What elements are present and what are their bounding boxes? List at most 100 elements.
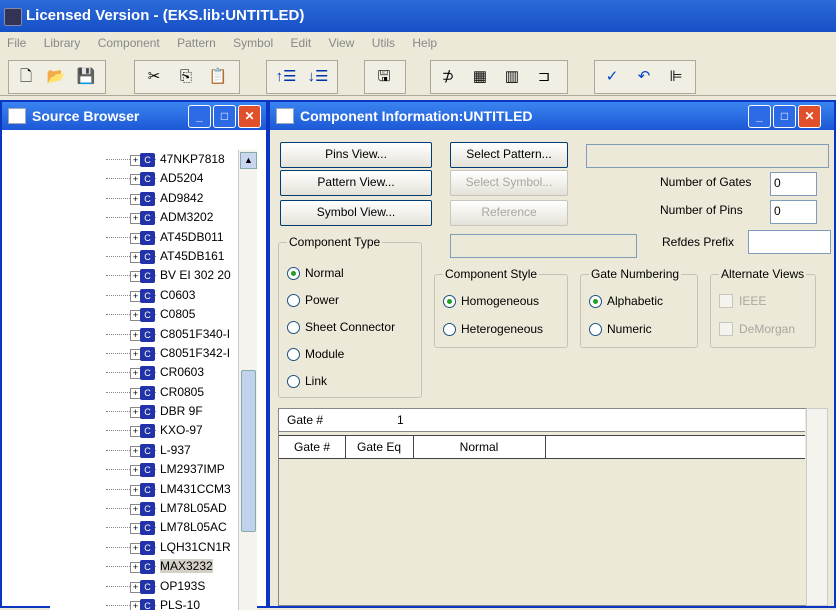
- menu-utils[interactable]: Utils: [365, 32, 402, 54]
- radio-dot-icon: [443, 295, 456, 308]
- tree-item[interactable]: + C C0603: [50, 286, 240, 305]
- paste-icon[interactable]: 📋: [205, 64, 231, 90]
- undo-icon[interactable]: ↶: [631, 64, 657, 90]
- number-of-pins-input[interactable]: 0: [770, 200, 817, 224]
- copy-icon[interactable]: ⎘: [173, 64, 199, 90]
- tree-item-label: CR0805: [160, 384, 205, 399]
- ieee-checkbox[interactable]: IEEE: [719, 293, 766, 309]
- scroll-up-icon[interactable]: ▲: [240, 152, 257, 169]
- scrollbar-thumb[interactable]: [241, 370, 256, 532]
- tree-item[interactable]: + C AT45DB011: [50, 228, 240, 247]
- component-icon: C: [140, 153, 155, 167]
- tree-item[interactable]: + C DBR 9F: [50, 402, 240, 421]
- tree-item[interactable]: + C MAX3232: [50, 557, 240, 576]
- new-file-icon[interactable]: 🗋: [13, 64, 39, 90]
- gate-icon[interactable]: ⊐: [531, 64, 557, 90]
- insert-row-icon[interactable]: ↑☰: [273, 64, 299, 90]
- symbol-view-button[interactable]: Symbol View...: [280, 200, 432, 226]
- close-button[interactable]: ✕: [238, 105, 261, 128]
- tree-item[interactable]: + C C8051F342-I: [50, 344, 240, 363]
- menu-view[interactable]: View: [322, 32, 362, 54]
- tree-item[interactable]: + C KXO-97: [50, 421, 240, 440]
- refdes-prefix-label: Refdes Prefix: [662, 235, 735, 249]
- pattern-view-button[interactable]: Pattern View...: [280, 170, 432, 196]
- select-pattern-button[interactable]: Select Pattern...: [450, 142, 568, 168]
- maximize-button[interactable]: □: [213, 105, 236, 128]
- gate-number-label: Gate #: [287, 413, 324, 427]
- tree-item[interactable]: + C CR0603: [50, 363, 240, 382]
- tree-item[interactable]: + C LM78L05AC: [50, 518, 240, 537]
- radio-dot-icon: [287, 375, 300, 388]
- component-icon[interactable]: 🖫: [371, 64, 397, 90]
- check-icon[interactable]: ✓: [599, 64, 625, 90]
- component-style-radio[interactable]: Heterogeneous: [443, 321, 543, 337]
- number-of-gates-input[interactable]: 0: [770, 172, 817, 196]
- column-normal[interactable]: Normal: [413, 436, 546, 458]
- menu-help[interactable]: Help: [405, 32, 444, 54]
- gate-numbering-radio[interactable]: Alphabetic: [589, 293, 663, 309]
- tree-item-label: BV EI 302 20: [160, 268, 231, 283]
- tree-item[interactable]: + C CR0805: [50, 383, 240, 402]
- cut-icon[interactable]: ✂: [141, 64, 167, 90]
- minimize-button[interactable]: _: [188, 105, 211, 128]
- component-style-radio[interactable]: Homogeneous: [443, 293, 539, 309]
- gate-numbering-radio[interactable]: Numeric: [589, 321, 652, 337]
- close-button[interactable]: ✕: [798, 105, 821, 128]
- pins-view-button[interactable]: Pins View...: [280, 142, 432, 168]
- component-icon: C: [140, 521, 155, 536]
- tree-item[interactable]: + C C8051F340-I: [50, 325, 240, 344]
- menu-component[interactable]: Component: [91, 32, 167, 54]
- column-gate-eq[interactable]: Gate Eq: [345, 436, 414, 458]
- component-type-radio[interactable]: Module: [287, 346, 344, 362]
- window-icon: [276, 108, 294, 124]
- select-symbol-button[interactable]: Select Symbol...: [450, 170, 568, 196]
- tree-item[interactable]: + C AD9842: [50, 189, 240, 208]
- tree-item[interactable]: + C AT45DB161: [50, 247, 240, 266]
- package-icon[interactable]: ▥: [499, 64, 525, 90]
- window-icon: [8, 108, 26, 124]
- menu-symbol[interactable]: Symbol: [226, 32, 280, 54]
- tree-item-label: DBR 9F: [160, 404, 203, 419]
- component-type-radio[interactable]: Link: [287, 373, 327, 389]
- demorgan-checkbox[interactable]: DeMorgan: [719, 321, 795, 337]
- tree-item[interactable]: + C BV EI 302 20: [50, 266, 240, 285]
- gate-table-scrollbar[interactable]: [806, 408, 828, 606]
- component-type-radio[interactable]: Normal: [287, 265, 344, 281]
- grid-icon[interactable]: ▦: [467, 64, 493, 90]
- component-icon: C: [140, 211, 155, 226]
- gate-table-panel: Gate # 1 Gate # Gate Eq Normal: [278, 408, 808, 606]
- tree-item[interactable]: + C ADM3202: [50, 208, 240, 227]
- minimize-button[interactable]: _: [748, 105, 771, 128]
- tree-item[interactable]: + C LQH31CN1R: [50, 538, 240, 557]
- tree-item[interactable]: + C 47NKP7818: [50, 150, 240, 169]
- menu-file[interactable]: File: [0, 32, 33, 54]
- tree-item[interactable]: + C LM78L05AD: [50, 499, 240, 518]
- menu-edit[interactable]: Edit: [284, 32, 319, 54]
- component-type-radio[interactable]: Sheet Connector: [287, 319, 395, 335]
- menu-pattern[interactable]: Pattern: [170, 32, 223, 54]
- tree-item[interactable]: + C AD5204: [50, 169, 240, 188]
- tree-item[interactable]: + C OP193S: [50, 577, 240, 596]
- component-icon: C: [140, 230, 155, 245]
- column-gate-number[interactable]: Gate #: [279, 436, 346, 458]
- tree-item[interactable]: + C L-937: [50, 441, 240, 460]
- pin-icon[interactable]: ⊅: [435, 64, 461, 90]
- tree-item[interactable]: + C LM2937IMP: [50, 460, 240, 479]
- component-type-radio[interactable]: Power: [287, 292, 339, 308]
- save-icon[interactable]: 💾: [73, 64, 99, 90]
- open-folder-icon[interactable]: 📂: [43, 64, 69, 90]
- source-browser-title-bar: Source Browser _ □ ✕: [2, 102, 266, 130]
- vertical-scrollbar[interactable]: ▲: [238, 150, 257, 610]
- tree-item[interactable]: + C LM431CCM3: [50, 480, 240, 499]
- ieee-label: IEEE: [739, 294, 767, 308]
- tree-item-label: OP193S: [160, 578, 206, 593]
- delete-row-icon[interactable]: ↓☰: [305, 64, 331, 90]
- reference-button[interactable]: Reference: [450, 200, 568, 226]
- menu-library[interactable]: Library: [37, 32, 88, 54]
- refdes-prefix-input[interactable]: [748, 230, 831, 254]
- number-of-pins-label: Number of Pins: [660, 203, 743, 217]
- maximize-button[interactable]: □: [773, 105, 796, 128]
- tree-item[interactable]: + C C0805: [50, 305, 240, 324]
- gate-number-value: 1: [397, 413, 404, 427]
- tree-icon[interactable]: ⊫: [663, 64, 689, 90]
